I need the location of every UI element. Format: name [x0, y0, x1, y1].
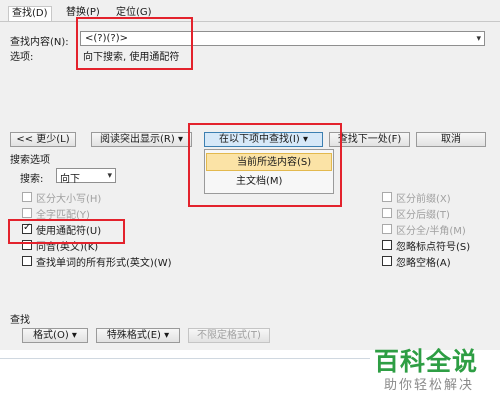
whole-word-checkbox[interactable] [22, 208, 32, 218]
search-direction-value: 向下 [60, 174, 80, 185]
search-options-title: 搜索选项 [10, 155, 50, 166]
match-case-label: 区分大小写(H) [36, 194, 102, 205]
footer-divider [0, 358, 370, 359]
word-forms-label: 查找单词的所有形式(英文)(W) [36, 258, 172, 269]
match-suffix-checkbox[interactable] [382, 208, 392, 218]
word-forms-checkbox[interactable] [22, 256, 32, 266]
match-suffix-label: 区分后缀(T) [396, 210, 450, 221]
annotation-box-menu [188, 123, 342, 207]
less-button[interactable]: << 更少(L) [10, 132, 76, 147]
search-direction-label: 搜索: [20, 174, 44, 185]
match-width-checkbox[interactable] [382, 224, 392, 234]
match-prefix-label: 区分前缀(X) [396, 194, 451, 205]
find-section-title: 查找 [10, 315, 30, 326]
tab-find[interactable]: 查找(D) [8, 6, 52, 21]
find-what-label: 查找内容(N): [10, 37, 69, 48]
annotation-box-find [76, 17, 193, 70]
match-prefix-checkbox[interactable] [382, 192, 392, 202]
no-formatting-button[interactable]: 不限定格式(T) [188, 328, 270, 343]
chevron-down-icon[interactable]: ▾ [107, 171, 112, 181]
ignore-punctuation-checkbox[interactable] [382, 240, 392, 250]
ignore-space-checkbox[interactable] [382, 256, 392, 266]
cancel-button[interactable]: 取消 [416, 132, 486, 147]
special-button[interactable]: 特殊格式(E) ▾ [96, 328, 180, 343]
tab-divider [0, 21, 500, 22]
watermark-logo: 百科全说 [374, 347, 479, 376]
options-label: 选项: [10, 52, 34, 63]
match-width-label: 区分全/半角(M) [396, 226, 466, 237]
chevron-down-icon[interactable]: ▾ [476, 34, 481, 44]
format-button[interactable]: 格式(O) ▾ [22, 328, 88, 343]
match-case-checkbox[interactable] [22, 192, 32, 202]
annotation-box-wildcards [8, 219, 125, 244]
search-direction-select[interactable]: 向下 ▾ [56, 168, 116, 185]
ignore-punctuation-label: 忽略标点符号(S) [396, 242, 471, 253]
ignore-space-label: 忽略空格(A) [396, 258, 451, 269]
reading-highlight-button[interactable]: 阅读突出显示(R) ▾ [91, 132, 192, 147]
watermark-tagline: 助你轻松解决 [384, 378, 475, 393]
